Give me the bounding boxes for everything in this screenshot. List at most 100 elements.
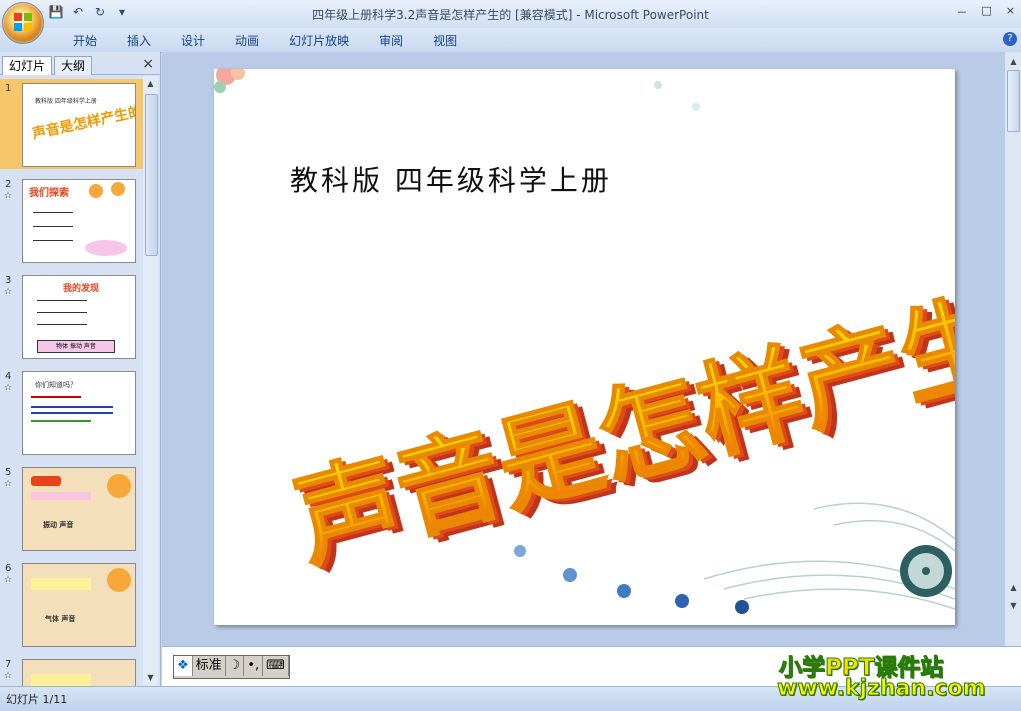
text-line <box>31 412 113 414</box>
text-line <box>31 674 91 686</box>
thumbnail-number: 5 <box>5 467 12 478</box>
thumbnail-preview: 你们知道吗？ <box>22 371 136 455</box>
previous-slide-icon[interactable]: ▲ <box>1008 582 1019 594</box>
animation-star-icon: ☆ <box>4 671 13 681</box>
text-line <box>31 420 91 422</box>
arrow-line <box>33 240 73 241</box>
thumbnail-preview: 我们探索 <box>22 179 136 263</box>
tab-outline[interactable]: 大纲 <box>54 56 93 75</box>
thumbnail-5[interactable]: 5 ☆ 振动 声音 <box>0 463 143 553</box>
text-line <box>31 492 91 500</box>
title-text: 声音是怎样产生的 <box>283 250 955 583</box>
tab-animations[interactable]: 动画 <box>220 32 274 49</box>
window-controls: － □ × <box>956 4 1015 20</box>
title-bar: 💾 ↶ ↻ ▾ 四年级上册科学3.2声音是怎样产生的 [兼容模式] - Micr… <box>0 0 1021 28</box>
slide-subtitle[interactable]: 教科版 四年级科学上册 <box>290 159 612 199</box>
arrow-line <box>33 212 73 213</box>
panel-tabs: 幻灯片 大纲 × <box>0 54 160 75</box>
scrollbar-thumb[interactable] <box>1007 70 1020 132</box>
ribbon-tabs: 开始 插入 设计 动画 幻灯片放映 审阅 视图 <box>58 32 472 49</box>
thumb-subtitle: 教科版 四年级科学上册 <box>35 98 97 105</box>
thumbnail-preview: 教科版 四年级科学上册 声音是怎样产生的 <box>22 83 136 167</box>
slide-editor: 教科版 四年级科学上册 声音是怎样产生的 声音是怎样产生的 声音是怎样产生的 <box>162 52 1005 646</box>
text-line <box>31 406 113 408</box>
thumb-title: 我们探索 <box>29 188 69 199</box>
thumbnail-number: 7 <box>5 659 12 670</box>
window-title: 四年级上册科学3.2声音是怎样产生的 [兼容模式] - Microsoft Po… <box>312 8 709 22</box>
ribbon: 开始 插入 设计 动画 幻灯片放映 审阅 视图 ? <box>0 28 1021 53</box>
text-line <box>31 396 81 398</box>
flower-icon <box>111 182 125 196</box>
thumb-title: 声音是怎样产生的 <box>30 103 136 143</box>
ime-halfwidth-icon[interactable]: ☽ <box>226 656 245 676</box>
tab-design[interactable]: 设计 <box>166 32 220 49</box>
slides-panel: 幻灯片 大纲 × 1 教科版 四年级科学上册 声音是怎样产生的 2 ☆ 我们探索 <box>0 52 161 686</box>
scroll-up-icon[interactable]: ▲ <box>1008 56 1019 68</box>
minimize-button[interactable]: － <box>956 4 967 20</box>
thumb-box: 物体 振动 声音 <box>37 340 115 353</box>
animation-star-icon: ☆ <box>4 383 13 393</box>
close-panel-icon[interactable]: × <box>142 56 154 72</box>
thumbnail-6[interactable]: 6 ☆ 气体 声音 <box>0 559 143 649</box>
thumbnail-number: 4 <box>5 371 12 382</box>
thumb-line: 气体 声音 <box>45 615 76 623</box>
speech-bubble <box>85 240 127 256</box>
current-slide[interactable]: 教科版 四年级科学上册 声音是怎样产生的 声音是怎样产生的 声音是怎样产生的 <box>214 69 955 625</box>
tab-insert[interactable]: 插入 <box>112 32 166 49</box>
arrow-line <box>33 226 73 227</box>
office-button[interactable] <box>2 2 44 44</box>
arrow-line <box>37 300 87 301</box>
thumb-title: 我的发现 <box>63 284 100 294</box>
rose-icon <box>107 474 131 498</box>
thumbnail-number: 6 <box>5 563 12 574</box>
thumb-line: 振动 声音 <box>43 521 74 529</box>
animation-star-icon: ☆ <box>4 479 13 489</box>
thumbnail-preview: 我的发现 物体 振动 声音 <box>22 275 136 359</box>
thumbnail-preview <box>22 659 136 686</box>
label-shape <box>31 476 61 486</box>
thumbnail-list: 1 教科版 四年级科学上册 声音是怎样产生的 2 ☆ 我们探索 3 ☆ 我的发现… <box>0 76 143 686</box>
arrow-line <box>37 312 87 313</box>
thumbnail-3[interactable]: 3 ☆ 我的发现 物体 振动 声音 <box>0 271 143 361</box>
thumbnail-2[interactable]: 2 ☆ 我们探索 <box>0 175 143 265</box>
flower-icon <box>89 184 103 198</box>
thumbnail-number: 3 <box>5 275 12 286</box>
thumbnail-7[interactable]: 7 ☆ <box>0 655 143 686</box>
tab-home[interactable]: 开始 <box>58 32 112 49</box>
slide-scrollbar[interactable]: ▲ ▲ ▼ <box>1005 52 1021 646</box>
tab-view[interactable]: 视图 <box>418 32 472 49</box>
ime-logo-icon[interactable]: ❖ <box>174 656 193 676</box>
thumbnail-scrollbar[interactable]: ▲ ▼ <box>143 76 158 686</box>
scrollbar-thumb[interactable] <box>145 94 158 256</box>
thumbnail-1[interactable]: 1 教科版 四年级科学上册 声音是怎样产生的 <box>0 79 143 169</box>
slide-counter: 幻灯片 1/11 <box>6 693 68 706</box>
maximize-button[interactable]: □ <box>981 4 991 20</box>
thumbnail-number: 2 <box>5 179 12 190</box>
rose-icon <box>107 568 131 592</box>
ime-keyboard-icon[interactable]: ⌨ <box>263 656 289 676</box>
help-icon[interactable]: ? <box>1003 32 1017 46</box>
thumbnail-4[interactable]: 4 ☆ 你们知道吗？ <box>0 367 143 457</box>
watermark-url: www.kjzhan.com <box>777 676 987 702</box>
ime-punctuation-icon[interactable]: •, <box>244 656 264 676</box>
ime-toolbar: ❖ 标准 ☽ •, ⌨ <box>173 655 290 679</box>
tab-review[interactable]: 审阅 <box>364 32 418 49</box>
animation-star-icon: ☆ <box>4 575 13 585</box>
flower-decoration-icon <box>214 69 245 93</box>
thumbnail-preview: 振动 声音 <box>22 467 136 551</box>
animation-star-icon: ☆ <box>4 287 13 297</box>
thumb-title: 你们知道吗？ <box>35 381 77 389</box>
office-logo-icon <box>14 13 32 31</box>
next-slide-icon[interactable]: ▼ <box>1008 600 1019 612</box>
ime-mode-button[interactable]: 标准 <box>193 656 226 676</box>
tab-slideshow[interactable]: 幻灯片放映 <box>274 32 364 49</box>
thumbnail-number: 1 <box>5 83 12 94</box>
arrow-line <box>37 324 87 325</box>
close-button[interactable]: × <box>1006 4 1015 20</box>
tab-slides[interactable]: 幻灯片 <box>2 56 53 75</box>
animation-star-icon: ☆ <box>4 191 13 201</box>
scroll-down-icon[interactable]: ▼ <box>145 672 156 684</box>
slide-main-title[interactable]: 声音是怎样产生的 声音是怎样产生的 声音是怎样产生的 <box>278 229 955 609</box>
scroll-up-icon[interactable]: ▲ <box>145 78 156 90</box>
text-line <box>31 578 91 590</box>
